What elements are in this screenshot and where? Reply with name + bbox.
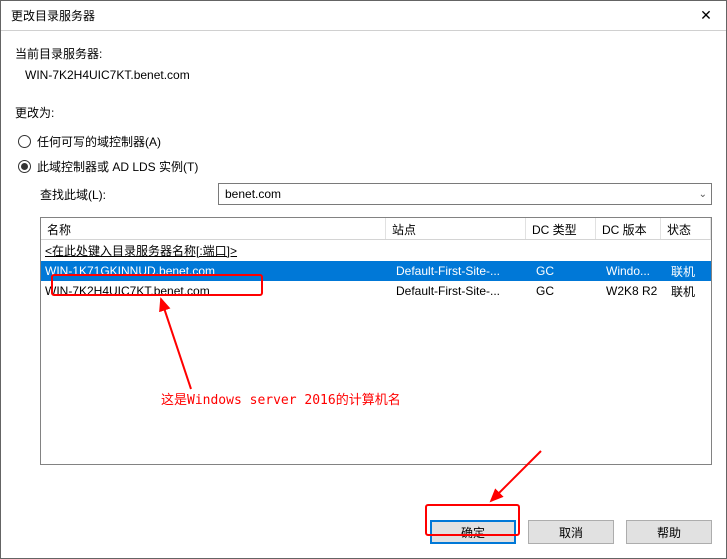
col-name[interactable]: 名称	[41, 218, 386, 239]
radio-this-dc[interactable]: 此域控制器或 AD LDS 实例(T)	[15, 158, 712, 175]
radio-label: 任何可写的域控制器(A)	[37, 133, 161, 150]
current-server-value: WIN-7K2H4UIC7KT.benet.com	[15, 68, 712, 82]
window-title: 更改目录服务器	[11, 7, 95, 24]
col-status[interactable]: 状态	[661, 218, 711, 239]
server-table: 名称 站点 DC 类型 DC 版本 状态 <在此处键入目录服务器名称[:端口]>…	[40, 217, 712, 465]
close-icon: ✕	[700, 7, 712, 24]
radio-any-writable[interactable]: 任何可写的域控制器(A)	[15, 133, 712, 150]
type-server-hint[interactable]: <在此处键入目录服务器名称[:端口]>	[41, 240, 711, 261]
radio-icon	[18, 135, 31, 148]
chevron-down-icon: ⌄	[699, 189, 707, 200]
domain-combobox[interactable]: benet.com ⌄	[218, 183, 712, 205]
col-dctype[interactable]: DC 类型	[526, 218, 596, 239]
col-dcver[interactable]: DC 版本	[596, 218, 661, 239]
change-to-label: 更改为:	[15, 104, 712, 121]
lookup-domain-label: 查找此域(L):	[40, 186, 218, 203]
cell-dctype: GC	[530, 264, 600, 278]
cell-dcver: Windo...	[600, 264, 665, 278]
close-button[interactable]: ✕	[686, 1, 726, 31]
current-server-label: 当前目录服务器:	[15, 45, 712, 62]
table-row[interactable]: WIN-7K2H4UIC7KT.benet.com Default-First-…	[41, 281, 711, 301]
cell-name: WIN-1K71GKINNUD.benet.com	[45, 264, 390, 278]
cell-status: 联机	[665, 263, 711, 280]
cell-site: Default-First-Site-...	[390, 284, 530, 298]
cancel-button[interactable]: 取消	[528, 520, 614, 544]
radio-icon-selected	[18, 160, 31, 173]
cell-dctype: GC	[530, 284, 600, 298]
ok-button[interactable]: 确定	[430, 520, 516, 544]
table-row[interactable]: WIN-1K71GKINNUD.benet.com Default-First-…	[41, 261, 711, 281]
domain-value: benet.com	[225, 187, 281, 201]
cell-site: Default-First-Site-...	[390, 264, 530, 278]
cell-status: 联机	[665, 283, 711, 300]
radio-label: 此域控制器或 AD LDS 实例(T)	[37, 158, 198, 175]
help-button[interactable]: 帮助	[626, 520, 712, 544]
cell-dcver: W2K8 R2	[600, 284, 665, 298]
col-site[interactable]: 站点	[386, 218, 526, 239]
cell-name: WIN-7K2H4UIC7KT.benet.com	[45, 284, 390, 298]
